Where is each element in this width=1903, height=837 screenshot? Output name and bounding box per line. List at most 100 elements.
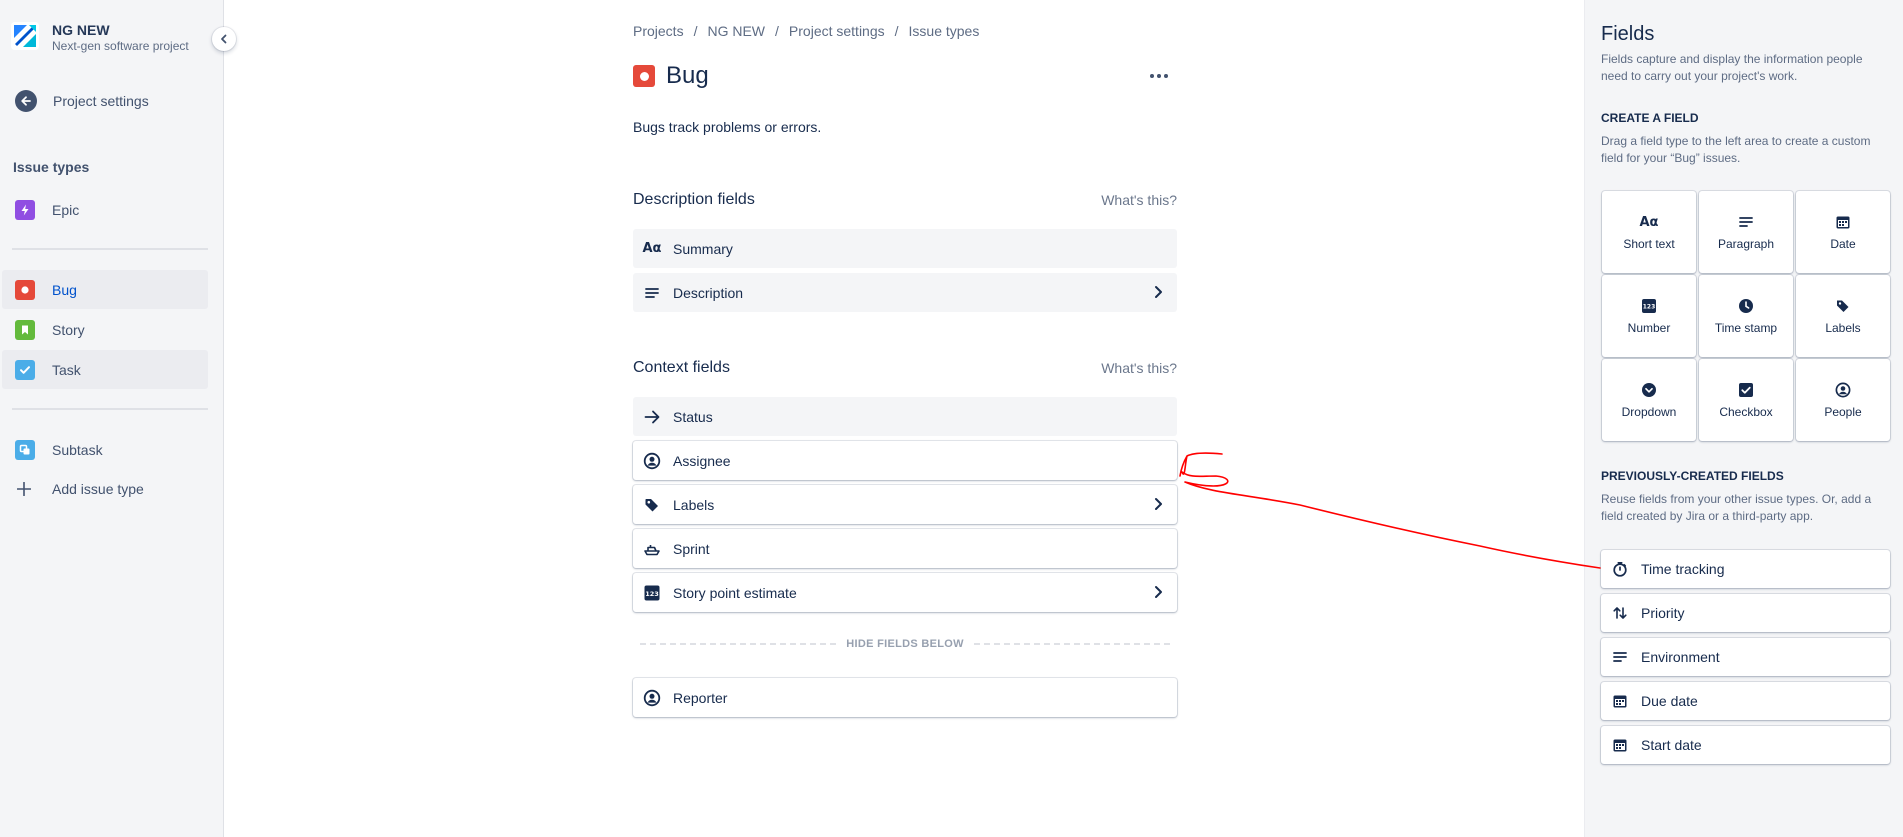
field-type-label: Short text (1623, 237, 1675, 251)
sort-arrows-icon (1611, 604, 1629, 622)
field-summary[interactable]: Aα Summary (633, 229, 1177, 268)
field-type-number[interactable]: 123 Number (1602, 275, 1696, 357)
project-sidebar: NG NEW Next-gen software project Project… (0, 0, 224, 837)
breadcrumb-separator: / (894, 23, 899, 39)
sidebar-item-story[interactable]: Story (2, 310, 208, 349)
project-settings-back-link[interactable]: Project settings (15, 81, 149, 121)
field-type-time-stamp[interactable]: Time stamp (1699, 275, 1793, 357)
bug-icon (15, 279, 35, 300)
chevron-right-icon (1155, 586, 1162, 598)
field-label: Story point estimate (673, 584, 797, 601)
fields-panel-intro: Fields capture and display the informati… (1601, 52, 1863, 83)
clock-icon (1737, 297, 1755, 315)
field-type-dropdown[interactable]: Dropdown (1602, 359, 1696, 441)
field-story-point-estimate[interactable]: 123 Story point estimate (633, 573, 1177, 612)
previous-field-time-tracking[interactable]: Time tracking (1601, 550, 1890, 588)
chevron-right-icon (1155, 498, 1162, 510)
sidebar-item-subtask[interactable]: Subtask (2, 430, 208, 469)
field-type-checkbox[interactable]: Checkbox (1699, 359, 1793, 441)
sidebar-item-epic[interactable]: Epic (2, 190, 208, 229)
field-type-date[interactable]: Date (1796, 191, 1890, 273)
field-type-label: Number (1627, 321, 1671, 335)
previously-created-heading: PREVIOUSLY-CREATED FIELDS (1601, 469, 1784, 483)
checkbox-icon (1737, 381, 1755, 399)
field-type-label: Time stamp (1714, 321, 1778, 335)
field-type-labels[interactable]: Labels (1796, 275, 1890, 357)
previous-field-label: Due date (1641, 693, 1698, 709)
previous-field-environment[interactable]: Environment (1601, 638, 1890, 676)
field-reporter[interactable]: Reporter (633, 678, 1177, 717)
hide-fields-below-divider[interactable]: HIDE FIELDS BELOW (640, 638, 1171, 650)
field-type-paragraph[interactable]: Paragraph (1699, 191, 1793, 273)
add-issue-type-button[interactable]: Add issue type (2, 469, 208, 508)
breadcrumb-separator: / (693, 23, 698, 39)
field-sprint[interactable]: Sprint (633, 529, 1177, 568)
collapse-sidebar-button[interactable] (212, 27, 236, 51)
field-label: Status (673, 408, 713, 425)
breadcrumb-project[interactable]: NG NEW (707, 23, 765, 39)
field-label: Reporter (673, 689, 728, 706)
whats-this-link[interactable]: What's this? (1101, 192, 1177, 208)
sidebar-item-label: Epic (52, 201, 80, 218)
project-header[interactable]: NG NEW Next-gen software project (11, 22, 189, 54)
label-tag-icon (642, 495, 662, 515)
previous-field-label: Time tracking (1641, 561, 1725, 577)
svg-text:123: 123 (645, 590, 659, 598)
breadcrumb-issue-types[interactable]: Issue types (909, 23, 980, 39)
previous-field-label: Start date (1641, 737, 1702, 753)
field-label: Labels (673, 496, 715, 513)
page-title[interactable]: Bug (666, 62, 709, 90)
context-fields-heading: Context fields (633, 359, 730, 376)
number-icon: 123 (1640, 297, 1658, 315)
sidebar-item-task[interactable]: Task (2, 350, 208, 389)
fields-panel: Fields Fields capture and display the in… (1584, 0, 1903, 837)
whats-this-link[interactable]: What's this? (1101, 360, 1177, 376)
calendar-icon (1611, 692, 1629, 710)
field-labels[interactable]: Labels (633, 485, 1177, 524)
person-icon (1834, 381, 1852, 399)
breadcrumb-separator: / (775, 23, 779, 39)
previously-created-text: Reuse fields from your other issue types… (1601, 492, 1872, 523)
breadcrumb: Projects / NG NEW / Project settings / I… (633, 23, 979, 39)
number-icon: 123 (642, 583, 662, 603)
project-logo-icon (11, 22, 39, 50)
arrow-right-icon (642, 407, 662, 427)
previous-field-priority[interactable]: Priority (1601, 594, 1890, 632)
field-status[interactable]: Status (633, 397, 1177, 436)
subtask-icon (15, 439, 35, 460)
calendar-icon (1611, 736, 1629, 754)
field-type-short-text[interactable]: Aα Short text (1602, 191, 1696, 273)
ellipsis-icon (1150, 74, 1168, 78)
issue-types-heading: Issue types (13, 159, 90, 175)
field-type-people[interactable]: People (1796, 359, 1890, 441)
short-text-icon: Aα (1639, 214, 1659, 230)
field-type-label: Checkbox (1719, 405, 1773, 419)
field-label: Description (673, 284, 744, 301)
field-description[interactable]: Description (633, 273, 1177, 312)
create-field-heading: CREATE A FIELD (1601, 111, 1699, 125)
create-field-text: Drag a field type to the left area to cr… (1601, 134, 1871, 165)
breadcrumb-projects[interactable]: Projects (633, 23, 684, 39)
project-type: Next-gen software project (52, 39, 189, 53)
paragraph-icon (1611, 648, 1629, 666)
issue-type-description[interactable]: Bugs track problems or errors. (633, 119, 821, 135)
svg-text:123: 123 (1643, 304, 1656, 311)
sidebar-item-label: Story (52, 321, 85, 338)
breadcrumb-project-settings[interactable]: Project settings (789, 23, 885, 39)
story-icon (15, 319, 35, 340)
project-settings-label: Project settings (53, 93, 149, 109)
plus-icon (14, 479, 34, 499)
sidebar-item-bug[interactable]: Bug (2, 270, 208, 309)
previous-field-start-date[interactable]: Start date (1601, 726, 1890, 764)
chevron-left-icon (221, 34, 227, 44)
field-label: Assignee (673, 452, 731, 469)
field-assignee[interactable]: Assignee (633, 441, 1177, 480)
field-type-label: Labels (1825, 321, 1861, 335)
page-header: Bug (633, 62, 709, 90)
add-issue-type-label: Add issue type (52, 480, 144, 497)
bug-icon (633, 65, 655, 87)
description-fields-heading: Description fields (633, 191, 755, 208)
sidebar-item-label: Task (52, 361, 81, 378)
more-actions-button[interactable] (1147, 64, 1171, 88)
previous-field-due-date[interactable]: Due date (1601, 682, 1890, 720)
